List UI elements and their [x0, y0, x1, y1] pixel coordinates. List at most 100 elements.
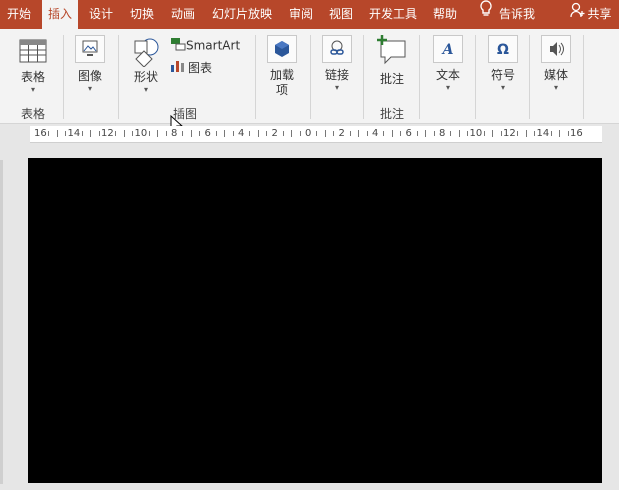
group-divider: [255, 35, 256, 119]
ruler-tick: [282, 131, 284, 136]
share-button[interactable]: 共享: [566, 0, 616, 29]
ruler-label: 2: [338, 128, 345, 139]
ruler-tick: [65, 131, 67, 136]
shapes-icon: [126, 37, 166, 70]
tell-me-box[interactable]: 告诉我: [468, 0, 546, 29]
chart-label: 图表: [188, 61, 213, 75]
smartart-button[interactable]: SmartArt: [170, 37, 240, 55]
omega-icon: Ω: [483, 35, 523, 66]
ruler-tick: [148, 131, 150, 136]
ruler-label: 8: [171, 128, 178, 139]
ruler-label: 2: [271, 128, 278, 139]
tab-developer[interactable]: 开发工具: [363, 0, 423, 29]
ruler-tick: [115, 131, 117, 136]
ruler-label: 14: [536, 128, 550, 139]
links-label: 链接: [324, 68, 349, 82]
group-illustrations-label: 插图: [172, 107, 197, 121]
horizontal-ruler: 16 14 12 10 8 6 4 2 0 2 4 6 8 10 12 14 16: [30, 126, 602, 143]
group-divider: [583, 35, 584, 119]
ruler-label: 14: [67, 128, 81, 139]
share-label: 共享: [587, 7, 612, 21]
ruler-tick: [224, 130, 226, 137]
ruler-tick: [182, 131, 184, 136]
ruler-tick: [450, 131, 452, 136]
tell-me-label: 告诉我: [498, 7, 535, 21]
ruler-tick: [433, 131, 435, 136]
slide-canvas[interactable]: [28, 158, 602, 483]
addins-icon: [263, 35, 301, 66]
ruler-tick: [90, 130, 92, 137]
group-divider: [310, 35, 311, 119]
ruler-tick: [165, 131, 167, 136]
tab-design[interactable]: 设计: [84, 0, 118, 29]
vertical-ruler: [0, 160, 3, 484]
ruler-tick: [257, 130, 259, 137]
tab-view[interactable]: 视图: [324, 0, 358, 29]
ruler-tick: [190, 130, 192, 137]
tab-transitions[interactable]: 切换: [124, 0, 160, 29]
ruler-tick: [132, 131, 134, 136]
shapes-label: 形状: [133, 70, 158, 84]
ruler-tick: [81, 131, 83, 136]
chevron-down-icon: ▾: [87, 84, 92, 93]
ruler-tick: [559, 130, 561, 137]
ribbon-tab-bar: 开始 插入 设计 切换 动画 幻灯片放映 审阅 视图 开发工具 帮助 告诉我 共…: [0, 0, 619, 29]
ruler-tick: [349, 131, 351, 136]
text-button[interactable]: A 文本 ▾: [428, 35, 468, 93]
addins-button[interactable]: 加载 项: [263, 35, 301, 98]
tab-review[interactable]: 审阅: [284, 0, 318, 29]
smartart-label: SmartArt: [186, 38, 241, 53]
ruler-tick: [358, 130, 360, 137]
tab-slideshow[interactable]: 幻灯片放映: [206, 0, 278, 29]
ruler-tick: [517, 131, 519, 136]
ruler-label: 8: [439, 128, 446, 139]
ruler-tick: [249, 131, 251, 136]
table-button[interactable]: 表格 ▾: [12, 39, 54, 95]
ruler-tick: [199, 131, 201, 136]
addins-label-2: 项: [275, 83, 288, 97]
ruler-tick: [500, 131, 502, 136]
chart-button[interactable]: 图表: [170, 59, 212, 77]
link-icon: [318, 35, 356, 66]
ruler-label: 10: [134, 128, 148, 139]
media-button[interactable]: 媒体 ▾: [536, 35, 576, 93]
symbols-button[interactable]: Ω 符号 ▾: [483, 35, 523, 93]
tab-home[interactable]: 开始: [0, 0, 38, 29]
table-label: 表格: [20, 70, 45, 84]
tab-insert[interactable]: 插入: [42, 0, 78, 29]
ruler-tick: [425, 130, 427, 137]
tab-help[interactable]: 帮助: [428, 0, 462, 29]
ruler-label: 12: [503, 128, 516, 139]
group-divider: [475, 35, 476, 119]
image-icon: [70, 35, 110, 66]
ruler-label: 6: [204, 128, 211, 139]
shapes-button[interactable]: 形状 ▾: [126, 37, 166, 95]
ruler-tick: [567, 131, 569, 136]
images-label: 图像: [77, 69, 102, 83]
ruler-tick: [215, 131, 217, 136]
chevron-down-icon: ▾: [143, 85, 148, 94]
comment-button[interactable]: 批注: [372, 35, 412, 87]
images-button[interactable]: 图像 ▾: [70, 35, 110, 94]
tab-animations[interactable]: 动画: [166, 0, 200, 29]
ruler-tick: [324, 130, 326, 137]
ruler-tick: [416, 131, 418, 136]
group-divider: [419, 35, 420, 119]
group-divider: [63, 35, 64, 119]
ruler-label: 6: [405, 128, 412, 139]
ruler-tick: [291, 130, 293, 137]
ruler-tick: [525, 130, 527, 137]
group-divider: [363, 35, 364, 119]
ruler-tick: [483, 131, 485, 136]
links-button[interactable]: 链接 ▾: [318, 35, 356, 93]
ruler-label: 10: [469, 128, 483, 139]
ruler-tick: [123, 130, 125, 137]
table-icon: [12, 39, 54, 66]
user-icon: [570, 0, 585, 29]
group-divider: [118, 35, 119, 119]
group-comments-label: 批注: [379, 107, 404, 121]
chevron-down-icon: ▾: [500, 83, 505, 92]
ruler-tick: [492, 130, 494, 137]
ruler-tick: [48, 131, 50, 136]
ruler-tick: [232, 131, 234, 136]
